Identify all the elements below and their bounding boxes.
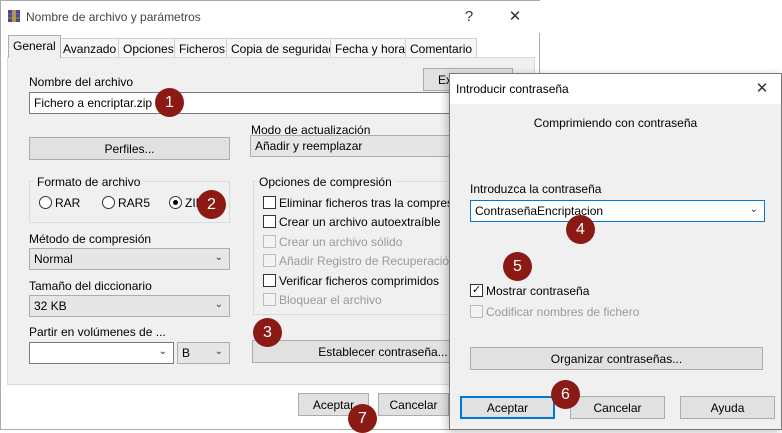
window-title: Nombre de archivo y parámetros (26, 10, 201, 24)
organize-passwords-button[interactable]: Organizar contraseñas... (470, 347, 763, 370)
verify-checkbox[interactable] (263, 274, 276, 287)
sfx-checkbox[interactable] (263, 215, 276, 228)
format-rar-radio[interactable] (39, 196, 52, 209)
show-password-label: Mostrar contraseña (486, 284, 590, 298)
archive-name-label: Nombre del archivo (29, 75, 134, 89)
dictionary-size-label: Tamaño del diccionario (29, 279, 152, 293)
password-input[interactable]: ContraseñaEncriptacion ⌄ (470, 200, 765, 222)
password-help-button[interactable]: Ayuda (680, 396, 775, 419)
compression-method-select[interactable]: Normal ⌄ (29, 248, 230, 270)
annotation-badge-6: 6 (551, 380, 580, 409)
tab-advanced[interactable]: Avanzado (58, 38, 122, 58)
format-zip-radio[interactable] (169, 196, 182, 209)
verify-label: Verificar ficheros comprimidos (279, 274, 440, 288)
chevron-down-icon: ⌄ (749, 204, 758, 215)
lock-archive-label: Bloquear el archivo (279, 293, 382, 307)
chevron-down-icon: ⌄ (214, 299, 223, 310)
split-volumes-input[interactable]: ⌄ (29, 342, 174, 364)
delete-files-label: Eliminar ficheros tras la compresión (279, 196, 470, 210)
password-dialog: Introducir contraseña ✕ Comprimiendo con… (449, 73, 782, 430)
annotation-badge-2: 2 (197, 190, 226, 219)
annotation-badge-3: 3 (253, 318, 282, 347)
solid-label: Crear un archivo sólido (279, 235, 403, 249)
tab-files[interactable]: Ficheros (174, 38, 231, 58)
format-rar5-label: RAR5 (118, 196, 151, 210)
split-volumes-label: Partir en volúmenes de ... (29, 325, 166, 339)
compression-options-title: Opciones de compresión (256, 175, 395, 189)
password-title-bar: Introducir contraseña ✕ (450, 74, 781, 104)
chevron-down-icon: ⌄ (214, 346, 223, 357)
cancel-button[interactable]: Cancelar (378, 393, 449, 416)
recovery-record-checkbox (263, 254, 276, 267)
tab-options[interactable]: Opciones (118, 38, 179, 58)
annotation-badge-4: 4 (566, 215, 595, 244)
tab-date-time[interactable]: Fecha y hora (330, 38, 411, 58)
password-dialog-title: Introducir contraseña (456, 82, 569, 96)
encrypt-names-checkbox (470, 305, 483, 318)
dictionary-size-value: 32 KB (34, 299, 67, 313)
password-subtitle: Comprimiendo con contraseña (533, 116, 698, 130)
annotation-badge-5: 5 (503, 252, 532, 281)
close-icon[interactable]: ✕ (752, 79, 772, 97)
split-unit-value: B (182, 346, 191, 360)
compression-method-value: Normal (34, 252, 73, 266)
archive-name-input[interactable]: Fichero a encriptar.zip (29, 92, 513, 114)
winrar-icon (7, 9, 21, 23)
format-rar-label: RAR (55, 196, 81, 210)
password-cancel-button[interactable]: Cancelar (570, 396, 665, 419)
title-bar: Nombre de archivo y parámetros ? ✕ (1, 1, 541, 33)
annotation-badge-1: 1 (155, 88, 184, 117)
annotation-badge-7: 7 (348, 404, 377, 433)
compression-method-label: Método de compresión (29, 232, 152, 246)
help-button[interactable]: ? (459, 8, 479, 25)
sfx-label: Crear un archivo autoextraíble (279, 215, 441, 229)
lock-archive-checkbox (263, 293, 276, 306)
tab-backup[interactable]: Copia de seguridad (226, 38, 341, 58)
close-icon[interactable]: ✕ (505, 7, 525, 25)
profiles-button[interactable]: Perfiles... (29, 137, 230, 160)
solid-checkbox (263, 235, 276, 248)
enter-password-label: Introduzca la contraseña (470, 182, 602, 196)
show-password-checkbox[interactable]: ✓ (470, 284, 483, 297)
tab-general[interactable]: General (8, 35, 61, 58)
dictionary-size-select[interactable]: 32 KB ⌄ (29, 295, 230, 317)
chevron-down-icon: ⌄ (214, 252, 223, 263)
format-rar5-radio[interactable] (102, 196, 115, 209)
encrypt-names-label: Codificar nombres de fichero (486, 305, 640, 319)
tab-comment[interactable]: Comentario (405, 38, 478, 58)
recovery-record-label: Añadir Registro de Recuperación (279, 254, 456, 268)
update-mode-value: Añadir y reemplazar (255, 139, 363, 153)
password-ok-button[interactable]: Aceptar (460, 396, 555, 419)
split-unit-select[interactable]: B ⌄ (177, 342, 230, 364)
delete-files-checkbox[interactable] (263, 196, 276, 209)
chevron-down-icon: ⌄ (158, 346, 167, 357)
archive-format-title: Formato de archivo (34, 175, 144, 189)
